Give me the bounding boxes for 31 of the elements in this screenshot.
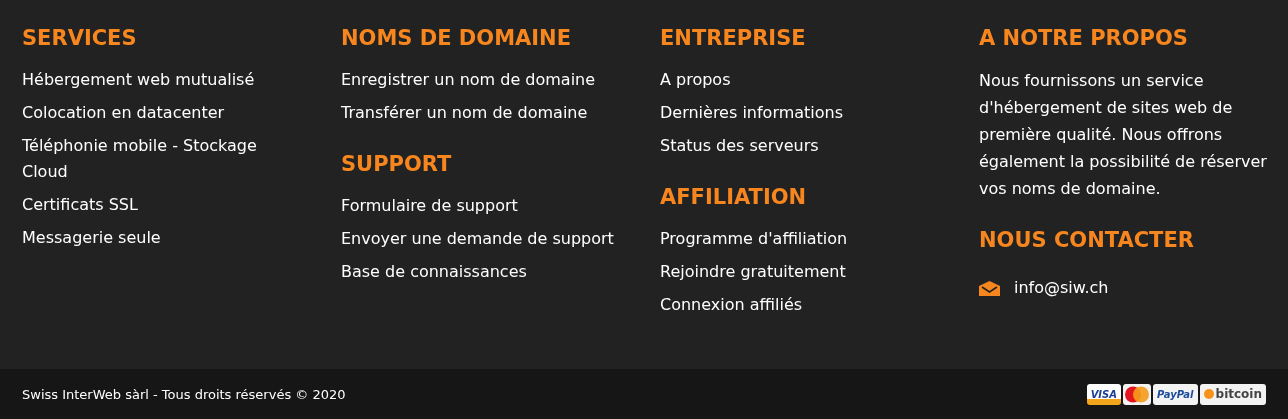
section-heading: NOMS DE DOMAINE: [341, 25, 572, 51]
footer-link[interactable]: Envoyer une demande de support: [341, 226, 614, 252]
footer-link[interactable]: A propos: [660, 67, 731, 93]
about-paragraph: Nous fournissons un service d'hébergement de sites web de première qualité. Nous offrons également la possibilité de réserver vos noms de domaine.: [979, 70, 1268, 200]
footer-link[interactable]: Programme d'affiliation: [660, 226, 848, 252]
card-logo: VISA: [1086, 383, 1122, 405]
footer-link[interactable]: Certificats SSL: [22, 192, 138, 218]
footer-link[interactable]: Base de connaissances: [341, 259, 527, 285]
footer-link[interactable]: Connexion affiliés: [660, 292, 803, 318]
section-heading: SERVICES: [22, 25, 138, 51]
currency-logo: bitcoin: [1199, 383, 1266, 405]
envelope-icon: [979, 280, 1000, 296]
section-heading: A NOTRE PROPOS: [979, 25, 1189, 51]
footer-link[interactable]: Rejoindre gratuitement: [660, 259, 846, 285]
section-heading: NOUS CONTACTER: [979, 227, 1195, 253]
footer-link[interactable]: Colocation en datacenter: [22, 100, 225, 126]
payment-logo: PayPal: [1153, 383, 1198, 405]
copyright-text: Swiss InterWeb sàrl - Tous droits réservés © 2020: [22, 386, 346, 402]
footer-link[interactable]: Dernières informations: [660, 100, 844, 126]
footer-link[interactable]: Enregistrer un nom de domaine: [341, 67, 596, 93]
section-heading: ENTREPRISE: [660, 25, 807, 51]
footer-link[interactable]: Téléphonie mobile - Stockage Cloud: [22, 133, 297, 185]
email-link[interactable]: info@siw.ch: [1014, 275, 1109, 301]
section-heading: SUPPORT: [341, 151, 453, 177]
footer-link[interactable]: Formulaire de support: [341, 193, 518, 219]
footer-link[interactable]: Messagerie seule: [22, 225, 161, 251]
footer-link[interactable]: Status des serveurs: [660, 133, 819, 159]
card-logo-icon: [1123, 383, 1152, 405]
footer-link[interactable]: Transférer un nom de domaine: [341, 100, 588, 126]
section-heading: AFFILIATION: [660, 184, 808, 210]
footer-link[interactable]: Hébergement web mutualisé: [22, 67, 255, 93]
